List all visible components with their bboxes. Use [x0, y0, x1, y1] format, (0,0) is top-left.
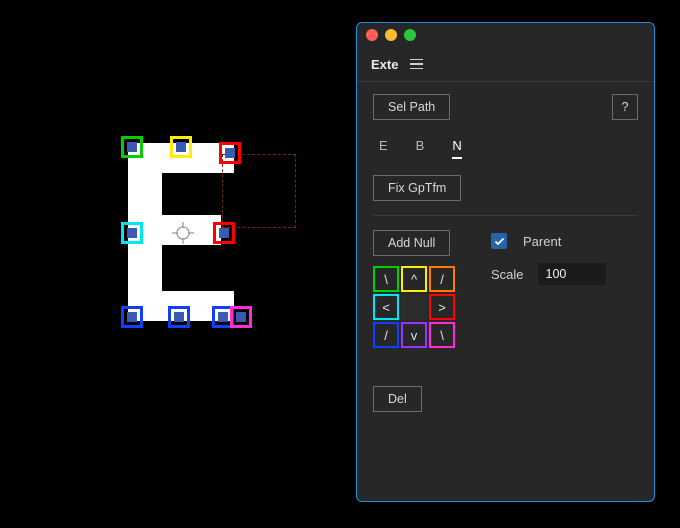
window-zoom-icon[interactable] [404, 29, 416, 41]
null-left[interactable] [121, 222, 143, 244]
anchor-icon [172, 222, 190, 240]
null-bottom-right-pink[interactable] [230, 306, 252, 328]
tab-n[interactable]: N [452, 138, 461, 159]
del-button[interactable]: Del [373, 386, 422, 412]
null-right[interactable] [213, 222, 235, 244]
null-top[interactable] [170, 136, 192, 158]
parent-checkbox[interactable] [491, 233, 507, 249]
dir-bottom[interactable]: v [401, 322, 427, 348]
extension-panel: Exte Sel Path ? E B N Fix GpTfm Add Null… [356, 22, 655, 502]
panel-menu-icon[interactable] [410, 59, 423, 70]
dir-top[interactable]: ^ [401, 266, 427, 292]
divider [373, 215, 638, 216]
window-close-icon[interactable] [366, 29, 378, 41]
scale-label: Scale [491, 267, 524, 282]
comp-viewport [0, 0, 355, 528]
scale-input[interactable] [538, 263, 606, 285]
tab-b[interactable]: B [416, 138, 425, 159]
sel-path-button[interactable]: Sel Path [373, 94, 450, 120]
dir-center [401, 294, 427, 320]
dir-bottom-right[interactable]: \ [429, 322, 455, 348]
null-top-right[interactable] [219, 142, 241, 164]
window-minimize-icon[interactable] [385, 29, 397, 41]
add-null-button[interactable]: Add Null [373, 230, 450, 256]
null-top-left[interactable] [121, 136, 143, 158]
null-bottom-left[interactable] [121, 306, 143, 328]
tab-e[interactable]: E [379, 138, 388, 159]
panel-header: Exte [357, 47, 654, 82]
window-traffic-lights [366, 29, 416, 41]
dir-right[interactable]: > [429, 294, 455, 320]
help-button[interactable]: ? [612, 94, 638, 120]
window-titlebar [357, 23, 654, 47]
panel-title: Exte [371, 57, 398, 72]
parent-label: Parent [523, 234, 561, 249]
dir-bottom-left[interactable]: / [373, 322, 399, 348]
dir-top-left[interactable]: \ [373, 266, 399, 292]
dir-left[interactable]: < [373, 294, 399, 320]
fix-gptfm-button[interactable]: Fix GpTfm [373, 175, 461, 201]
selection-bbox [222, 154, 296, 228]
null-bottom[interactable] [168, 306, 190, 328]
direction-grid: \ ^ / < > / v \ [373, 266, 455, 348]
dir-top-right[interactable]: / [429, 266, 455, 292]
tab-bar: E B N [379, 138, 638, 159]
